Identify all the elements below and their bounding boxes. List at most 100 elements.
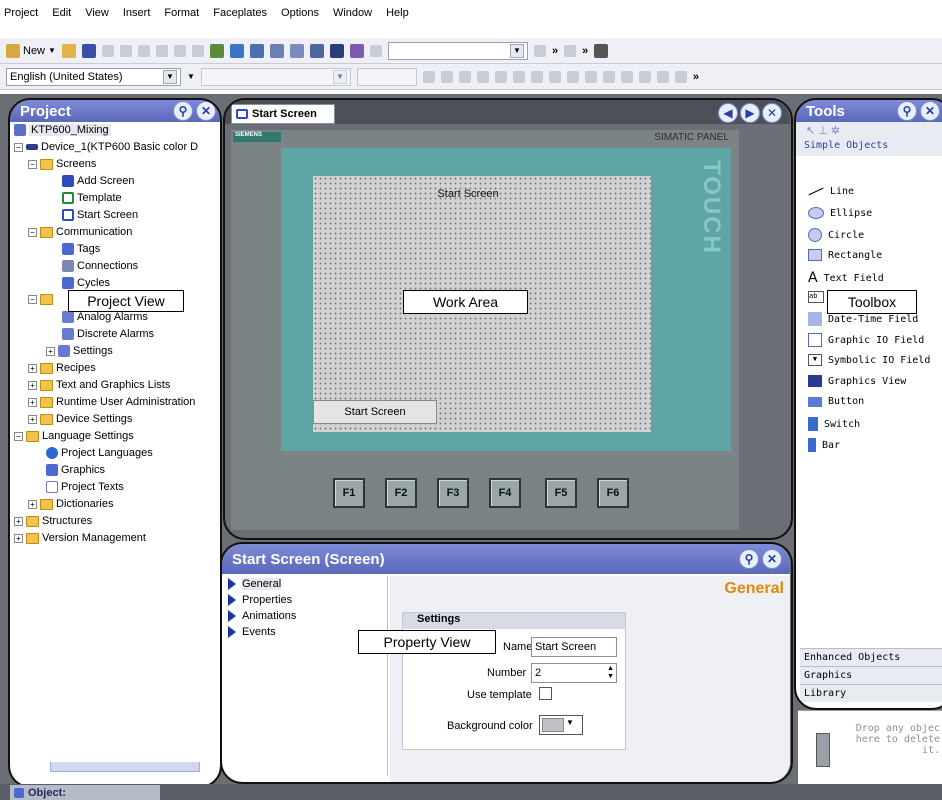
align-justify-icon[interactable] — [548, 70, 561, 83]
menu-options[interactable]: Options — [281, 7, 319, 19]
tree-item-dictionaries[interactable]: + Dictionaries — [28, 498, 113, 510]
zoom-icon[interactable] — [564, 44, 577, 57]
device-icon[interactable] — [309, 43, 324, 58]
stepper-arrows-icon[interactable]: ▲ ▼ — [607, 665, 614, 681]
tool-date-time-field[interactable]: Date-Time Field — [808, 312, 918, 326]
tool-graphic-io-field[interactable]: Graphic IO Field — [808, 333, 924, 347]
expand-icon[interactable]: + — [28, 499, 37, 509]
undo-icon[interactable] — [101, 44, 114, 57]
new-button[interactable]: New ▼ — [6, 43, 56, 58]
collapse-icon[interactable]: − — [28, 159, 37, 169]
fkey-f4[interactable]: F4 — [489, 478, 521, 508]
menu-project[interactable]: Project — [4, 7, 38, 19]
tool-io-field[interactable]: ab — [808, 291, 824, 303]
align-left-icon[interactable] — [494, 70, 507, 83]
tab-enhanced-objects[interactable]: Enhanced Objects — [800, 648, 942, 666]
tool-button[interactable]: Button — [808, 396, 864, 407]
tool-text-field[interactable]: A Text Field — [808, 270, 884, 286]
object-selector[interactable]: ▼ — [387, 41, 528, 60]
delete-drop-area[interactable]: Drop any objec here to delete it. — [798, 710, 942, 784]
redo-icon[interactable] — [119, 44, 132, 57]
menu-window[interactable]: Window — [333, 7, 372, 19]
tree-item-alarms[interactable]: − — [28, 294, 53, 305]
runtime-icon[interactable] — [269, 43, 284, 58]
grid-icon[interactable] — [620, 70, 633, 83]
align-center-icon[interactable] — [512, 70, 525, 83]
tree-item-structures[interactable]: + Structures — [14, 515, 92, 527]
expand-icon[interactable]: + — [28, 363, 37, 373]
tree-item-add-screen[interactable]: Add Screen — [62, 175, 134, 187]
paste-icon[interactable] — [191, 44, 204, 57]
use-template-checkbox[interactable] — [539, 687, 552, 700]
flip-icon[interactable] — [656, 70, 669, 83]
expand-icon[interactable]: + — [28, 380, 37, 390]
compile-icon[interactable] — [229, 43, 244, 58]
tree-item-project-languages[interactable]: Project Languages — [46, 447, 153, 459]
indent-icon[interactable] — [566, 70, 579, 83]
expand-icon[interactable]: + — [14, 533, 23, 543]
collapse-icon[interactable]: − — [28, 295, 37, 304]
tree-item-text-graphics-lists[interactable]: + Text and Graphics Lists — [28, 379, 170, 391]
tool-symbolic-io-field[interactable]: ▼ Symbolic IO Field — [808, 354, 930, 366]
background-color-picker[interactable]: ▼ — [539, 715, 583, 735]
category-simple-objects[interactable]: Simple Objects — [804, 140, 888, 151]
fkey-f1[interactable]: F1 — [333, 478, 365, 508]
group-icon[interactable] — [674, 70, 687, 83]
align-right-icon[interactable] — [530, 70, 543, 83]
pin-icon[interactable]: ⚲ — [897, 101, 917, 121]
find-icon[interactable] — [329, 43, 344, 58]
menu-edit[interactable]: Edit — [52, 7, 71, 19]
overflow-icon[interactable]: » — [552, 45, 558, 57]
nav-general[interactable]: General — [228, 576, 387, 592]
tree-item-screens[interactable]: − Screens — [28, 158, 96, 170]
tree-item-version-management[interactable]: + Version Management — [14, 532, 146, 544]
replace-icon[interactable] — [349, 43, 364, 58]
object-tab[interactable]: Object: — [10, 785, 160, 800]
fkey-f5[interactable]: F5 — [545, 478, 577, 508]
collapse-icon[interactable]: − — [14, 142, 23, 152]
tree-item-communication[interactable]: − Communication — [28, 226, 132, 238]
open-folder-icon[interactable] — [61, 43, 76, 58]
tool-ellipse[interactable]: Ellipse — [808, 207, 872, 219]
tree-item-recipes[interactable]: + Recipes — [28, 362, 96, 374]
check-icon[interactable] — [209, 43, 224, 58]
menu-help[interactable]: Help — [386, 7, 409, 19]
expand-icon[interactable]: + — [14, 516, 23, 526]
screen-button[interactable]: Start Screen — [313, 400, 437, 424]
tool-line[interactable]: Line — [808, 186, 854, 197]
collapse-icon[interactable]: − — [14, 431, 23, 441]
number-stepper[interactable]: 2 ▲ ▼ — [531, 663, 617, 683]
copy-icon[interactable] — [173, 44, 186, 57]
tree-item-template[interactable]: Template — [62, 192, 122, 204]
tab-graphics[interactable]: Graphics — [800, 666, 942, 684]
close-icon[interactable]: ✕ — [196, 101, 216, 121]
overflow-icon-2[interactable]: » — [582, 45, 588, 57]
close-icon[interactable]: ✕ — [762, 549, 782, 569]
tree-item-device-settings[interactable]: + Device Settings — [28, 413, 132, 425]
align-icon[interactable] — [289, 43, 304, 58]
tree-item-start-screen[interactable]: Start Screen — [62, 209, 138, 221]
font-size-select[interactable] — [356, 67, 417, 86]
tab-library[interactable]: Library — [800, 684, 942, 702]
fkey-f3[interactable]: F3 — [437, 478, 469, 508]
underline-icon[interactable] — [458, 70, 471, 83]
close-icon[interactable]: ✕ — [920, 101, 940, 121]
tool-switch[interactable]: Switch — [808, 417, 860, 431]
tree-item-runtime-user-admin[interactable]: + Runtime User Administration — [28, 396, 195, 408]
nav-animations[interactable]: Animations — [228, 608, 387, 624]
nav-properties[interactable]: Properties — [228, 592, 387, 608]
tree-item-settings[interactable]: + Settings — [46, 345, 113, 357]
menu-format[interactable]: Format — [164, 7, 199, 19]
tree-item-tags[interactable]: Tags — [62, 243, 100, 255]
cut-icon[interactable] — [155, 44, 168, 57]
tool-bar[interactable]: Bar — [808, 438, 840, 452]
language-select[interactable]: English (United States) ▼ — [6, 67, 181, 86]
fkey-f2[interactable]: F2 — [385, 478, 417, 508]
tree-item-language-settings[interactable]: − Language Settings — [14, 430, 134, 442]
layer-icon[interactable] — [602, 70, 615, 83]
tool-rectangle[interactable]: Rectangle — [808, 249, 882, 261]
expand-icon[interactable]: + — [28, 414, 37, 424]
delete-icon[interactable] — [137, 44, 150, 57]
font-select[interactable]: ▼ — [200, 67, 351, 86]
settings-icon[interactable] — [594, 43, 609, 58]
